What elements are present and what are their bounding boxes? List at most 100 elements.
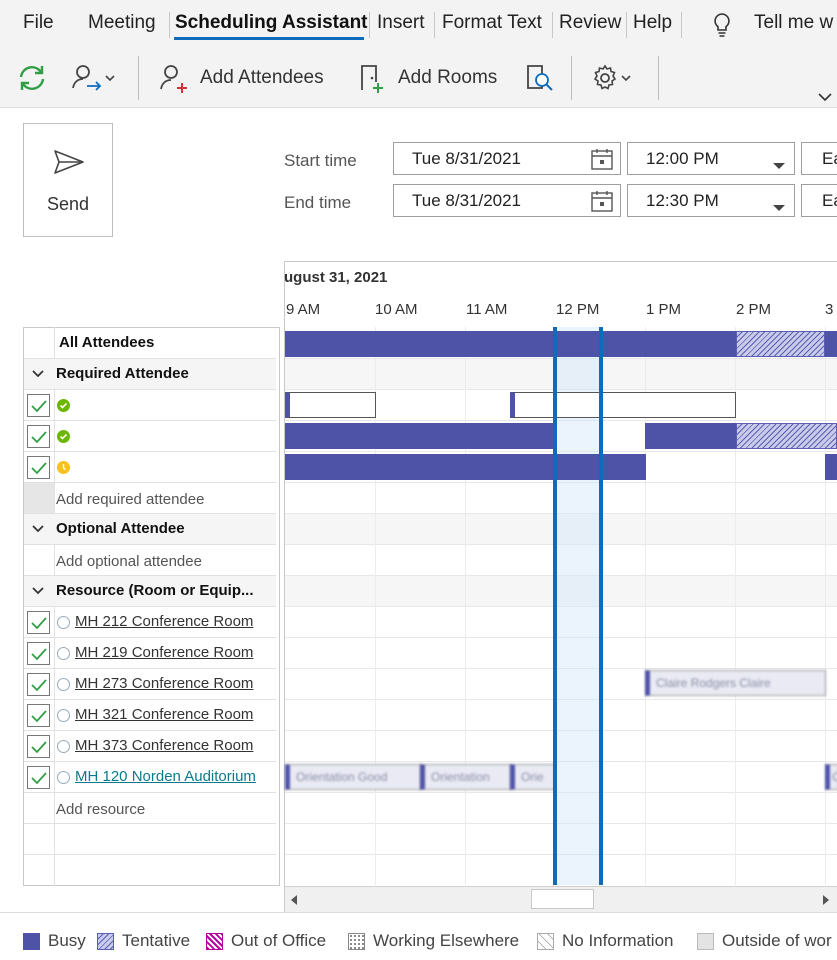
start-time-select[interactable]: 12:00 PM bbox=[627, 142, 795, 175]
scrollbar-thumb[interactable] bbox=[531, 889, 594, 909]
room-checkbox[interactable] bbox=[27, 642, 50, 665]
add-optional-attendee-input[interactable]: Add optional attendee bbox=[56, 553, 202, 570]
room-link[interactable]: MH 212 Conference Room bbox=[75, 613, 253, 630]
optional-section-header[interactable]: Optional Attendee bbox=[24, 514, 276, 545]
horizontal-scrollbar[interactable] bbox=[285, 886, 837, 912]
room-link[interactable]: MH 219 Conference Room bbox=[75, 644, 253, 661]
legend-no-information: No Information bbox=[537, 931, 674, 951]
tentative-block bbox=[736, 423, 837, 449]
room-status-icon bbox=[57, 709, 70, 722]
scroll-left-arrow-icon[interactable] bbox=[289, 893, 299, 911]
resource-section-header[interactable]: Resource (Room or Equip... bbox=[24, 576, 276, 607]
room-link[interactable]: MH 321 Conference Room bbox=[75, 706, 253, 723]
start-time-value: 12:00 PM bbox=[646, 148, 719, 168]
room-finder-button[interactable] bbox=[524, 62, 556, 94]
room-checkbox[interactable] bbox=[27, 611, 50, 634]
empty-row bbox=[24, 855, 276, 886]
chevron-down-icon bbox=[620, 73, 632, 83]
room-link[interactable]: MH 273 Conference Room bbox=[75, 675, 253, 692]
add-required-attendee-input[interactable]: Add required attendee bbox=[56, 491, 204, 508]
start-time-label: Start time bbox=[284, 151, 357, 170]
room-checkbox[interactable] bbox=[27, 766, 50, 789]
meeting-end-line[interactable] bbox=[599, 327, 603, 885]
tab-insert[interactable]: Insert bbox=[377, 12, 425, 34]
room-status-icon bbox=[57, 647, 70, 660]
chevron-down-icon[interactable] bbox=[31, 367, 45, 386]
all-attendees-row: All Attendees bbox=[24, 328, 276, 359]
options-button[interactable] bbox=[590, 62, 632, 94]
busy-block bbox=[285, 423, 555, 449]
chevron-down-icon[interactable] bbox=[31, 522, 45, 541]
room-row: MH 219 Conference Room bbox=[24, 638, 276, 669]
room-link[interactable]: MH 120 Norden Auditorium bbox=[75, 768, 256, 785]
busy-swatch bbox=[23, 932, 40, 950]
attendee-checkbox[interactable] bbox=[27, 425, 50, 448]
add-resource-row[interactable]: Add resource bbox=[24, 793, 276, 824]
all-attendees-header: All Attendees bbox=[59, 334, 155, 351]
chevron-down-icon[interactable] bbox=[31, 584, 45, 603]
end-date-field[interactable]: Tue 8/31/2021 bbox=[393, 184, 621, 217]
legend-busy: Busy bbox=[23, 931, 86, 951]
tentative-swatch bbox=[97, 932, 114, 950]
room-busy-block: Orie bbox=[510, 764, 555, 790]
tab-help[interactable]: Help bbox=[633, 12, 672, 34]
send-button[interactable]: Send bbox=[23, 123, 113, 237]
calendar-icon[interactable] bbox=[590, 147, 614, 176]
legend: Busy Tentative Out of Office Working Els… bbox=[0, 912, 837, 960]
add-attendees-label: Add Attendees bbox=[200, 67, 324, 88]
ribbon-tabs: File Meeting Scheduling Assistant Insert… bbox=[0, 0, 837, 48]
room-link[interactable]: MH 373 Conference Room bbox=[75, 737, 253, 754]
lightbulb-icon[interactable] bbox=[712, 12, 732, 43]
room-checkbox[interactable] bbox=[27, 673, 50, 696]
gear-icon bbox=[590, 63, 620, 93]
add-optional-row[interactable]: Add optional attendee bbox=[24, 545, 276, 576]
end-time-label: End time bbox=[284, 193, 352, 212]
refresh-button[interactable] bbox=[16, 62, 48, 94]
tab-review[interactable]: Review bbox=[559, 12, 621, 34]
scroll-right-arrow-icon[interactable] bbox=[821, 893, 831, 911]
add-rooms-button[interactable]: Add Rooms bbox=[358, 62, 497, 94]
grid-hour-line bbox=[465, 327, 466, 885]
legend-out-of-office: Out of Office bbox=[206, 931, 326, 951]
busy-block bbox=[285, 331, 736, 357]
end-timezone-value: Ea bbox=[822, 190, 837, 210]
find-attendee-button[interactable] bbox=[70, 62, 116, 94]
attendee-checkbox[interactable] bbox=[27, 456, 50, 479]
resource-section-label: Resource (Room or Equip... bbox=[56, 582, 254, 599]
dropdown-arrow-icon bbox=[772, 155, 786, 175]
end-timezone-select[interactable]: Ea bbox=[801, 184, 837, 217]
hour-label: 11 AM bbox=[466, 301, 508, 318]
room-checkbox[interactable] bbox=[27, 704, 50, 727]
end-time-select[interactable]: 12:30 PM bbox=[627, 184, 795, 217]
tab-format-text[interactable]: Format Text bbox=[442, 12, 542, 34]
required-section-header[interactable]: Required Attendee bbox=[24, 359, 276, 390]
away-status-icon bbox=[57, 461, 70, 474]
room-checkbox[interactable] bbox=[27, 735, 50, 758]
add-required-row[interactable]: Add required attendee bbox=[24, 483, 276, 514]
hour-label: 3 bbox=[825, 301, 834, 318]
room-busy-block: O bbox=[825, 764, 837, 790]
collapse-ribbon-icon[interactable] bbox=[817, 90, 833, 108]
start-date-field[interactable]: Tue 8/31/2021 bbox=[393, 142, 621, 175]
meeting-start-line[interactable] bbox=[553, 327, 557, 885]
room-row: MH 373 Conference Room bbox=[24, 731, 276, 762]
room-busy-block: Orientation Good bbox=[285, 764, 421, 790]
tab-meeting[interactable]: Meeting bbox=[88, 12, 156, 34]
ribbon-toolbar: Add Attendees Add Rooms bbox=[0, 48, 837, 108]
chevron-down-icon bbox=[104, 73, 116, 83]
start-timezone-select[interactable]: Ea bbox=[801, 142, 837, 175]
add-attendees-button[interactable]: Add Attendees bbox=[158, 62, 324, 94]
active-tab-indicator bbox=[174, 37, 364, 40]
add-resource-input[interactable]: Add resource bbox=[56, 801, 145, 818]
attendee-checkbox[interactable] bbox=[27, 394, 50, 417]
legend-working-elsewhere: Working Elsewhere bbox=[348, 931, 519, 951]
tab-file[interactable]: File bbox=[23, 12, 54, 34]
available-status-icon bbox=[57, 399, 70, 412]
free-block bbox=[285, 392, 376, 418]
free-block bbox=[510, 392, 736, 418]
tell-me-search[interactable]: Tell me w bbox=[754, 12, 833, 34]
outside-working-hours-swatch bbox=[697, 932, 714, 950]
calendar-icon[interactable] bbox=[590, 189, 614, 218]
tab-scheduling-assistant[interactable]: Scheduling Assistant bbox=[175, 12, 368, 34]
room-row: MH 321 Conference Room bbox=[24, 700, 276, 731]
